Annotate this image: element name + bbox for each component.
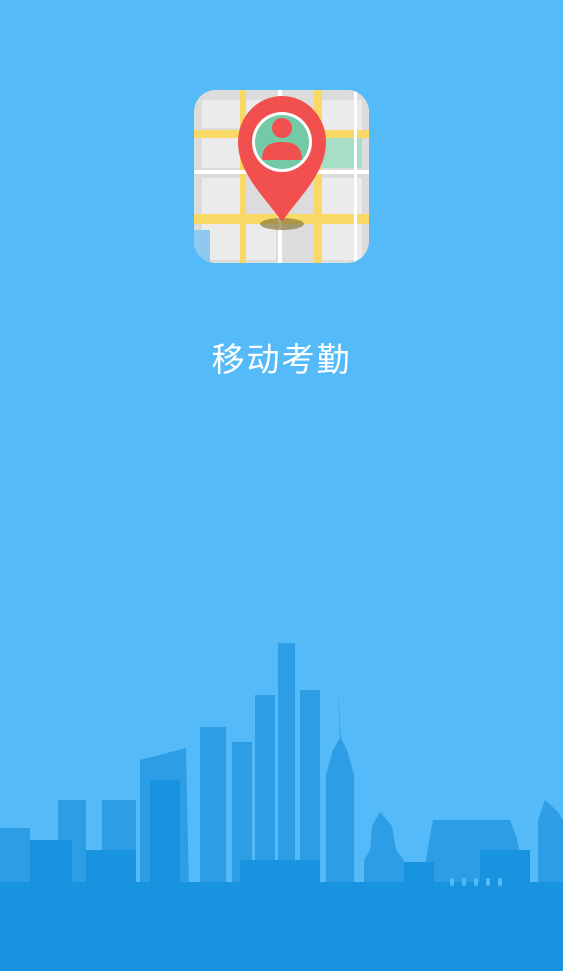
city-skyline-illustration: [0, 643, 563, 971]
splash-screen: 移动考勤: [0, 0, 563, 971]
